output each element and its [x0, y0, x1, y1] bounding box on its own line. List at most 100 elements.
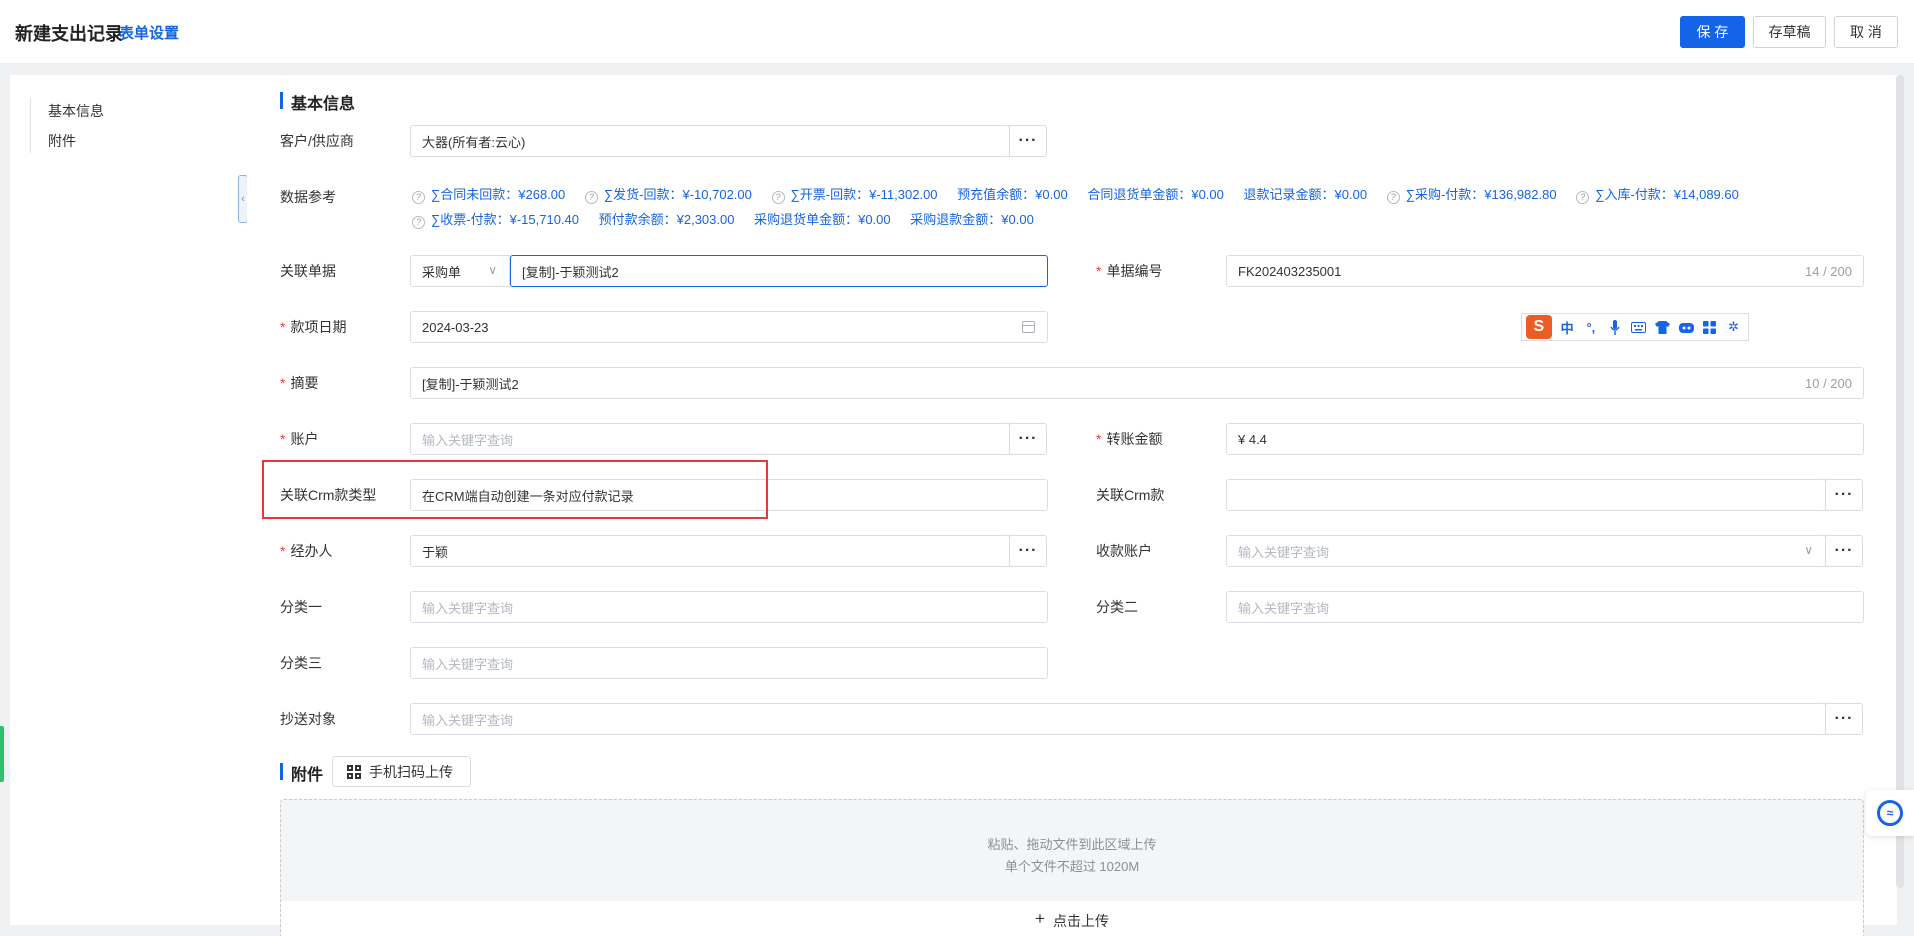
save-draft-button[interactable]: 存草稿 [1753, 16, 1826, 48]
more-icon: ··· [1834, 542, 1854, 559]
ref-invoice-payment: ? ∑开票-回款：¥-11,302.00 [771, 187, 938, 204]
help-icon: ? [412, 216, 425, 229]
more-icon: ··· [1018, 542, 1038, 559]
receiving-account-more-button[interactable]: ··· [1825, 535, 1863, 567]
section-title-basic-info: 基本信息 [280, 90, 355, 114]
chevron-down-icon: ∨ [1804, 543, 1813, 557]
vertical-scrollbar[interactable] [1896, 75, 1904, 888]
sidebar-item-attachment[interactable]: 附件 [48, 131, 76, 151]
cc-input[interactable]: 输入关键字查询 [410, 703, 1826, 735]
ref-purchase-payment: ? ∑采购-付款：¥136,982.80 [1386, 187, 1557, 204]
chevron-down-icon: ∨ [488, 263, 497, 277]
qr-code-icon [347, 764, 361, 779]
category3-label: 分类三 [280, 655, 322, 671]
more-icon: ··· [1834, 710, 1854, 727]
skin-icon[interactable] [1653, 318, 1672, 336]
summary-input[interactable]: [复制]-于颖测试2 10 / 200 [410, 367, 1864, 399]
microphone-icon[interactable] [1605, 318, 1624, 336]
more-icon: ··· [1834, 486, 1854, 503]
category2-label: 分类二 [1096, 599, 1138, 615]
chevron-left-icon: ‹ [241, 193, 245, 205]
scan-upload-button[interactable]: 手机扫码上传 [332, 756, 471, 787]
plus-icon: + [1035, 909, 1045, 928]
account-more-button[interactable]: ··· [1009, 423, 1047, 455]
ref-purchase-refund: 采购退款金额：¥0.00 [910, 212, 1034, 227]
category2-input[interactable]: 输入关键字查询 [1226, 591, 1864, 623]
help-icon: ? [584, 191, 598, 204]
crm-payment-more-button[interactable]: ··· [1825, 479, 1863, 511]
cancel-button[interactable]: 取 消 [1834, 16, 1898, 48]
form-settings-link[interactable]: 表单设置 [119, 22, 179, 43]
customer-field[interactable]: 大器(所有者:云心) [410, 125, 1010, 157]
receiving-account-label: 收款账户 [1096, 543, 1152, 559]
category1-label: 分类一 [280, 599, 322, 615]
keyboard-icon[interactable] [1629, 318, 1648, 336]
ref-advance-balance: 预付款余额：¥2,303.00 [598, 212, 735, 227]
account-label: 账户 [280, 430, 318, 448]
more-icon: ··· [1018, 132, 1038, 149]
receiving-account-placeholder: 输入关键字查询 [1238, 544, 1330, 560]
save-button[interactable]: 保 存 [1680, 16, 1745, 48]
crm-payment-input[interactable] [1226, 479, 1826, 511]
account-placeholder: 输入关键字查询 [422, 432, 514, 448]
ref-contract-return: 合同退货单金额：¥0.00 [1087, 187, 1224, 202]
cc-placeholder: 输入关键字查询 [422, 712, 514, 728]
related-doc-input[interactable]: [复制]-于颖测试2 [510, 255, 1048, 287]
highlight-annotation [262, 460, 768, 519]
receiving-account-select[interactable]: 输入关键字查询 ∨ [1226, 535, 1826, 567]
category2-placeholder: 输入关键字查询 [1238, 600, 1330, 616]
click-upload-label: 点击上传 [1052, 913, 1109, 929]
calendar-icon [1022, 321, 1035, 333]
assistant-icon: ≈ [1877, 800, 1903, 826]
cc-more-button[interactable]: ··· [1825, 703, 1863, 735]
section-nav: 基本信息 附件 [10, 75, 247, 925]
transfer-amount-label: 转账金额 [1096, 430, 1162, 448]
left-edge-tab[interactable] [0, 726, 4, 782]
data-ref-label: 数据参考 [280, 189, 336, 205]
related-doc-value: [复制]-于颖测试2 [522, 264, 619, 280]
crm-payment-label: 关联Crm款 [1096, 487, 1165, 503]
ref-receipt-payment: ? ∑收票-付款：¥-15,710.40 [412, 212, 579, 229]
header-bar: 新建支出记录 表单设置 保 存 存草稿 取 消 [0, 0, 1914, 63]
category3-placeholder: 输入关键字查询 [422, 656, 514, 672]
more-icon: ··· [1018, 430, 1038, 447]
summary-value: [复制]-于颖测试2 [422, 376, 519, 392]
settings-icon[interactable]: ✲ [1724, 318, 1743, 336]
date-label: 款项日期 [280, 318, 346, 336]
help-icon: ? [1386, 191, 1400, 204]
data-ref-line-1: ? ∑合同未回款：¥268.00 ? ∑发货-回款：¥-10,702.00 ? ∑开票… [412, 184, 1755, 204]
handler-input[interactable]: 于颖 [410, 535, 1010, 567]
chinese-mode-icon[interactable]: 中 [1558, 318, 1577, 336]
help-icon: ? [1576, 191, 1590, 204]
scan-upload-label: 手机扫码上传 [369, 763, 453, 780]
doc-no-value: FK202403235001 [1238, 263, 1342, 279]
category3-input[interactable]: 输入关键字查询 [410, 647, 1048, 679]
transfer-amount-input[interactable]: ¥ 4.4 [1226, 423, 1864, 455]
customer-more-button[interactable]: ··· [1009, 125, 1047, 157]
dropzone-hint: 粘贴、拖动文件到此区域上传 [987, 837, 1157, 852]
ref-shipment-payment: ? ∑发货-回款：¥-10,702.00 [584, 187, 752, 204]
doc-no-counter: 14 / 200 [1805, 263, 1852, 279]
robot-icon[interactable] [1677, 318, 1696, 336]
help-icon: ? [771, 191, 785, 204]
doc-no-input[interactable]: FK202403235001 14 / 200 [1226, 255, 1864, 287]
ref-stockin-payment: ? ∑入库-付款：¥14,089.60 [1576, 187, 1739, 204]
sidebar-item-basic-info[interactable]: 基本信息 [48, 101, 104, 121]
floating-assistant-widget[interactable]: ≈ [1866, 790, 1914, 836]
click-upload-button[interactable]: + 点击上传 [281, 901, 1863, 936]
sogou-logo: S [1526, 315, 1552, 339]
punctuation-icon[interactable]: °, [1581, 318, 1600, 336]
section-title-attachment: 附件 [280, 761, 323, 785]
ref-purchase-return: 采购退货单金额：¥0.00 [754, 212, 891, 227]
dropzone-size-limit: 单个文件不超过 1020M [1004, 859, 1140, 874]
related-doc-type-select[interactable]: 采购单 ∨ [410, 255, 510, 287]
handler-value: 于颖 [422, 544, 449, 560]
category1-input[interactable]: 输入关键字查询 [410, 591, 1048, 623]
account-input[interactable]: 输入关键字查询 [410, 423, 1010, 455]
date-picker[interactable]: 2024-03-23 [410, 311, 1048, 343]
handler-more-button[interactable]: ··· [1009, 535, 1047, 567]
summary-label: 摘要 [280, 374, 318, 392]
toolbox-icon[interactable] [1700, 318, 1719, 336]
upload-dropzone[interactable]: 粘贴、拖动文件到此区域上传 单个文件不超过 1020M + 点击上传 [280, 799, 1864, 936]
transfer-amount-value: ¥ 4.4 [1238, 431, 1267, 447]
